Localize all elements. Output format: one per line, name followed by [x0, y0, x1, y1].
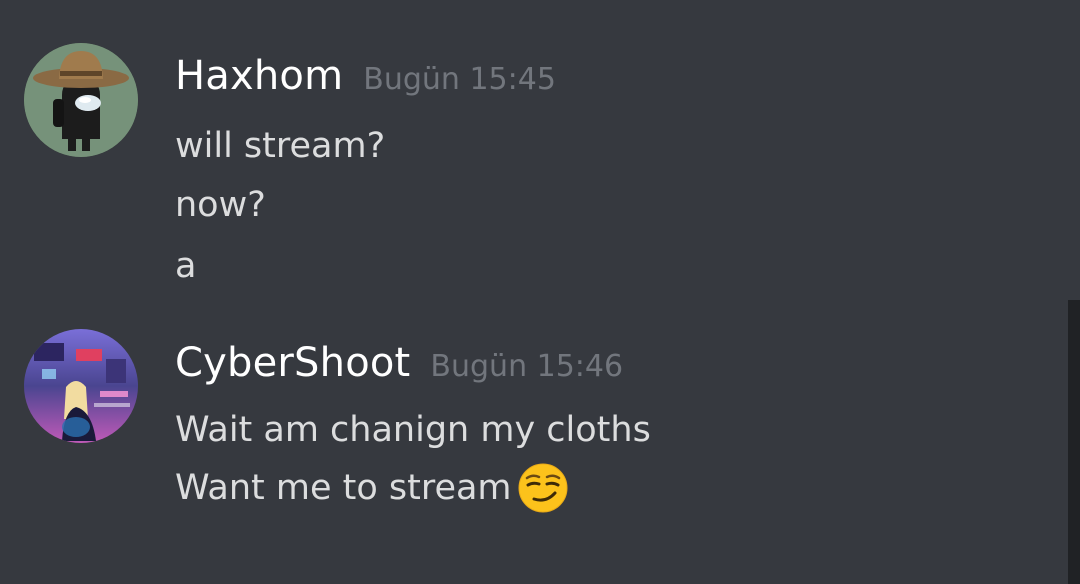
message-text-with-emoji: Want me to stream: [175, 463, 568, 513]
message-content: Haxhom Bugün 15:45: [175, 53, 556, 99]
cyberpunk-girl-avatar-icon: [24, 329, 138, 443]
timestamp: Bugün 15:46: [430, 349, 624, 384]
user-avatar[interactable]: [24, 43, 138, 157]
smirk-emoji-icon[interactable]: [518, 463, 568, 513]
message-header: Haxhom Bugün 15:45: [175, 53, 556, 99]
message-text: a: [175, 246, 197, 286]
chat-message-list: Haxhom Bugün 15:45 will stream? now? a C…: [0, 0, 1080, 584]
message-text: Wait am chanign my cloths: [175, 410, 651, 450]
message-text: will stream?: [175, 126, 386, 166]
username[interactable]: Haxhom: [175, 53, 343, 99]
message-header: CyberShoot Bugün 15:46: [175, 340, 623, 386]
scrollbar-thumb[interactable]: [1068, 300, 1080, 584]
user-avatar[interactable]: [24, 329, 138, 443]
message-text: Want me to stream: [175, 468, 512, 508]
among-us-cowboy-hat-avatar-icon: [24, 43, 138, 157]
message-content: CyberShoot Bugün 15:46: [175, 340, 623, 386]
message-text: now?: [175, 185, 266, 225]
timestamp: Bugün 15:45: [363, 62, 556, 97]
username[interactable]: CyberShoot: [175, 340, 410, 386]
